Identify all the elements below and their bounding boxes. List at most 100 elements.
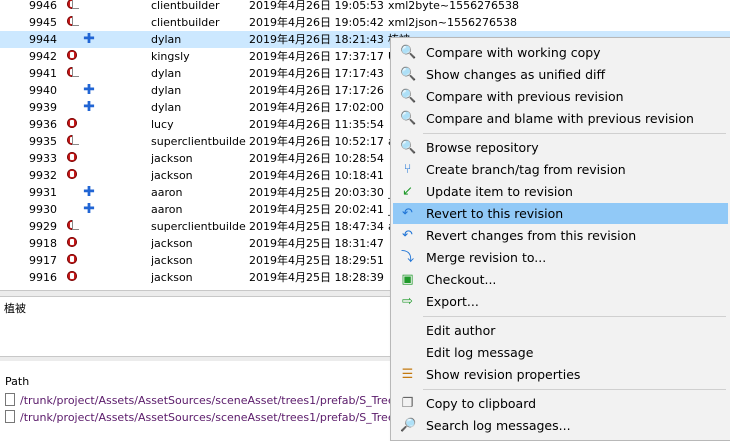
menu-item-update-to-revision[interactable]: ↙ Update item to revision [393, 181, 728, 202]
revert-icon: ↶ [402, 228, 413, 243]
menu-item-merge-revision[interactable]: ⤵ Merge revision to... [393, 247, 728, 268]
menu-item-label: Edit author [426, 323, 496, 338]
menu-item-compare-blame[interactable]: 🔍 Compare and blame with previous revisi… [393, 108, 728, 129]
menu-item-label: Compare with previous revision [426, 89, 624, 104]
menu-item-label: Create branch/tag from revision [426, 162, 626, 177]
menu-item-label: Revert changes from this revision [426, 228, 637, 243]
date-cell: 2019年4月25日 18:47:34 [249, 220, 384, 233]
menu-item-export[interactable]: ⇨ Export... [393, 291, 728, 312]
revision-number: 9931 [29, 186, 57, 199]
menu-item-checkout[interactable]: ▣ Checkout... [393, 269, 728, 290]
author-cell: jackson [151, 169, 193, 182]
author-cell: superclientbuilder [151, 135, 246, 148]
author-cell: dylan [151, 67, 182, 80]
revision-number: 9930 [29, 203, 57, 216]
revision-number: 9933 [29, 152, 57, 165]
author-cell: kingsly [151, 50, 190, 63]
menu-item-label: Revert to this revision [426, 206, 564, 221]
revision-number: 9916 [29, 271, 57, 284]
menu-item-show-revision-properties[interactable]: ☰ Show revision properties [393, 364, 728, 385]
path-row[interactable]: /trunk/project/Assets/AssetSources/scene… [5, 410, 426, 426]
revision-number: 9944 [29, 33, 57, 46]
path-text: /trunk/project/Assets/AssetSources/scene… [20, 394, 427, 407]
merge-icon: ⤵ [400, 250, 414, 265]
menu-item-browse-repository[interactable]: 🔍 Browse repository [393, 137, 728, 158]
revision-number: 9939 [29, 101, 57, 114]
menu-item-create-branch-tag[interactable]: ⑂ Create branch/tag from revision [393, 159, 728, 180]
author-cell: lucy [151, 118, 174, 131]
file-icon [5, 393, 15, 406]
revert-icon: ↶ [402, 206, 413, 221]
path-column-header[interactable]: Path [5, 375, 29, 388]
magnifier-icon: 🔍 [400, 89, 417, 104]
branch-icon: ⑂ [403, 162, 412, 177]
menu-separator [423, 133, 726, 134]
menu-item-label: Export... [426, 294, 479, 309]
author-cell: jackson [151, 271, 193, 284]
author-cell: aaron [151, 186, 183, 199]
date-cell: 2019年4月26日 17:02:00 [249, 101, 384, 114]
date-cell: 2019年4月26日 19:05:53 [249, 0, 384, 12]
menu-item-revert-to-revision[interactable]: ↶ Revert to this revision [393, 203, 728, 224]
revision-number: 9917 [29, 254, 57, 267]
date-cell: 2019年4月25日 18:29:51 [249, 254, 384, 267]
magnifier-icon: 🔍 [400, 45, 417, 60]
menu-separator [423, 389, 726, 390]
checkout-icon: ▣ [401, 272, 414, 287]
menu-item-unified-diff[interactable]: 🔍 Show changes as unified diff [393, 64, 728, 85]
revision-number: 9936 [29, 118, 57, 131]
revision-number: 9946 [29, 0, 57, 12]
date-cell: 2019年4月26日 17:37:17 [249, 50, 384, 63]
author-cell: clientbuilder [151, 0, 220, 12]
revision-number: 9918 [29, 237, 57, 250]
menu-item-revert-changes[interactable]: ↶ Revert changes from this revision [393, 225, 728, 246]
menu-item-label: Search log messages... [426, 418, 571, 433]
message-cell: xml2json~1556276538 [388, 16, 517, 29]
modified-action-icon [67, 271, 79, 288]
export-icon: ⇨ [402, 294, 413, 309]
revision-number: 9942 [29, 50, 57, 63]
revision-number: 9935 [29, 135, 57, 148]
author-cell: aaron [151, 203, 183, 216]
menu-item-edit-log-message[interactable]: Edit log message [393, 342, 728, 363]
menu-item-search-log-messages[interactable]: 🔎 Search log messages... [393, 415, 728, 436]
author-cell: dylan [151, 84, 182, 97]
menu-item-edit-author[interactable]: Edit author [393, 320, 728, 341]
author-cell: jackson [151, 237, 193, 250]
date-cell: 2019年4月26日 10:52:17 [249, 135, 384, 148]
repo-browser-icon: 🔍 [400, 140, 417, 155]
author-cell: jackson [151, 152, 193, 165]
menu-item-label: Edit log message [426, 345, 534, 360]
file-icon [5, 410, 15, 423]
author-cell: clientbuilder [151, 16, 220, 29]
date-cell: 2019年4月26日 18:21:43 [249, 33, 384, 46]
log-row[interactable]: 9946 clientbuilder 2019年4月26日 19:05:53 x… [0, 0, 730, 14]
magnifier-icon: 🔍 [400, 67, 417, 82]
date-cell: 2019年4月25日 20:02:41 [249, 203, 384, 216]
date-cell: 2019年4月26日 10:18:41 [249, 169, 384, 182]
author-cell: dylan [151, 33, 182, 46]
properties-icon: ☰ [401, 367, 414, 382]
author-cell: dylan [151, 101, 182, 114]
menu-item-compare-previous[interactable]: 🔍 Compare with previous revision [393, 86, 728, 107]
menu-item-copy-to-clipboard[interactable]: ❐ Copy to clipboard [393, 393, 728, 414]
log-row[interactable]: 9945 clientbuilder 2019年4月26日 19:05:42 x… [0, 14, 730, 31]
menu-item-label: Merge revision to... [426, 250, 547, 265]
author-cell: superclientbuilder [151, 220, 246, 233]
menu-item-label: Show revision properties [426, 367, 581, 382]
menu-item-label: Show changes as unified diff [426, 67, 606, 82]
menu-item-label: Browse repository [426, 140, 539, 155]
revision-number: 9929 [29, 220, 57, 233]
date-cell: 2019年4月25日 20:03:30 [249, 186, 384, 199]
revision-number: 9945 [29, 16, 57, 29]
date-cell: 2019年4月25日 18:28:39 [249, 271, 384, 284]
date-cell: 2019年4月26日 17:17:43 [249, 67, 384, 80]
context-menu: 🔍 Compare with working copy 🔍 Show chang… [390, 37, 730, 441]
message-cell: xml2byte~1556276538 [388, 0, 520, 12]
menu-item-label: Update item to revision [426, 184, 573, 199]
path-row[interactable]: /trunk/project/Assets/AssetSources/scene… [5, 393, 426, 409]
menu-separator [423, 316, 726, 317]
menu-item-compare-working-copy[interactable]: 🔍 Compare with working copy [393, 42, 728, 63]
date-cell: 2019年4月26日 11:35:54 [249, 118, 384, 131]
author-cell: jackson [151, 254, 193, 267]
